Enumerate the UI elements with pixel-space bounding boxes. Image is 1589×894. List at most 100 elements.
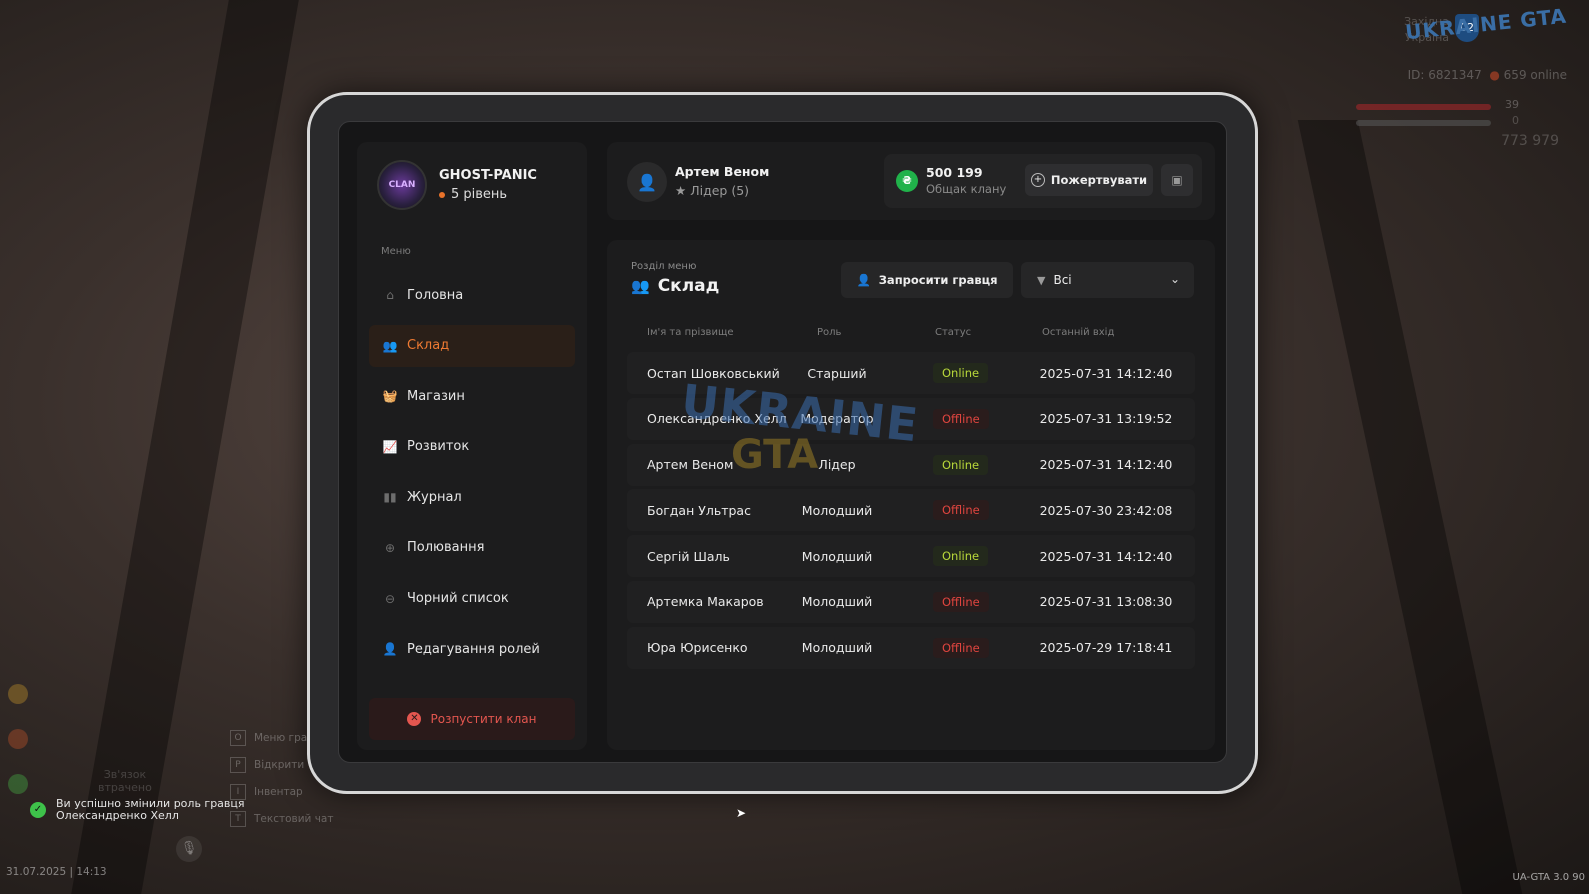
date-time: 31.07.2025 | 14:13 bbox=[6, 866, 107, 878]
armor-value: 0 bbox=[1512, 114, 1519, 127]
sidebar-item-4[interactable]: 📈 Розвиток bbox=[369, 426, 575, 468]
keybind-hint: O Меню гра bbox=[230, 724, 333, 751]
sidebar-item-label: Склад bbox=[407, 338, 450, 354]
sidebar-menu: ⌂ Головна 👥 Склад 🧺 Магазин 📈 Розвиток ▮▮ Журнал ⊕… bbox=[369, 274, 575, 679]
balance-value: 500 199 bbox=[926, 165, 983, 180]
health-bar bbox=[1356, 104, 1491, 110]
section-title: 👥 Склад bbox=[631, 276, 720, 296]
member-last-login: 2025-07-31 13:08:30 bbox=[1039, 594, 1173, 610]
key-label: Меню гра bbox=[254, 731, 308, 744]
member-role: Молодший bbox=[801, 548, 873, 564]
member-status: Online bbox=[933, 444, 989, 486]
table-row[interactable]: Олександренко Хелл Модератор Offline 2025-0… bbox=[627, 397, 1195, 440]
clan-level: 5 рівень bbox=[439, 187, 537, 202]
home-icon: ⌂ bbox=[386, 288, 394, 302]
background-beam-right bbox=[1297, 120, 1523, 894]
sidebar-item-label: Редагування ролей bbox=[407, 641, 540, 657]
user-avatar-icon: 👤 bbox=[627, 162, 667, 202]
status-badge-icon bbox=[8, 774, 28, 794]
header-status: Статус bbox=[935, 327, 972, 338]
member-name: Артем Веном bbox=[647, 457, 734, 473]
archive-icon: ▣ bbox=[1171, 173, 1183, 187]
members-table: Остап Шовковський Старший Online 2025-07-31… bbox=[627, 352, 1195, 673]
member-name: Олександренко Хелл bbox=[647, 411, 787, 427]
table-row[interactable]: Юра Юрисенко Молодший Offline 2025-07-29 17… bbox=[627, 626, 1195, 669]
key-label: Інвентар bbox=[254, 785, 303, 798]
history-button[interactable]: ▣ bbox=[1161, 164, 1193, 196]
clan-avatar: CLAN bbox=[377, 160, 427, 210]
sidebar-item-label: Журнал bbox=[407, 489, 462, 505]
member-role: Молодший bbox=[801, 502, 873, 518]
hud-side-icons bbox=[8, 684, 28, 819]
invite-player-button[interactable]: 👤 Запросити гравця bbox=[841, 262, 1013, 298]
members-panel: Розділ меню 👥 Склад 👤 Запросити гравця ▼… bbox=[607, 240, 1215, 750]
member-status: Offline bbox=[933, 489, 989, 531]
member-name: Сергій Шаль bbox=[647, 548, 730, 564]
sidebar-item-label: Головна bbox=[407, 287, 464, 303]
keybind-hint: T Текстовий чат bbox=[230, 805, 333, 832]
sidebar-item-label: Розвиток bbox=[407, 439, 470, 455]
people-icon: 👥 bbox=[382, 338, 398, 353]
header-role: Роль bbox=[817, 327, 842, 338]
member-name: Юра Юрисенко bbox=[647, 640, 748, 656]
level-dot-icon bbox=[439, 191, 445, 198]
key-cap: P bbox=[230, 756, 246, 773]
key-label: Текстовий чат bbox=[254, 812, 334, 825]
sidebar-item-7[interactable]: ⊖ Чорний список bbox=[369, 578, 575, 620]
block-icon: ⊖ bbox=[384, 591, 396, 606]
clan-header: CLAN GHOST-PANIC 5 рівень bbox=[377, 160, 537, 210]
voice-status: Зв'язок втрачено bbox=[98, 768, 152, 794]
status-badge: Offline bbox=[933, 408, 989, 429]
game-logo: UKRAINE GTA bbox=[1404, 3, 1568, 45]
check-circle-icon: ✓ bbox=[30, 802, 46, 818]
table-row[interactable]: Артемка Макаров Молодший Offline 2025-07-31… bbox=[627, 580, 1195, 623]
tablet-screen: CLAN GHOST-PANIC 5 рівень Меню ⌂ Головна 👥… bbox=[338, 121, 1227, 763]
member-status: Offline bbox=[933, 627, 989, 669]
member-last-login: 2025-07-31 14:12:40 bbox=[1039, 457, 1173, 473]
sidebar-item-6[interactable]: ⊕ Полювання bbox=[369, 527, 575, 569]
table-row[interactable]: Сергій Шаль Молодший Online 2025-07-31 14:1… bbox=[627, 535, 1195, 578]
people-icon: 👥 bbox=[631, 277, 650, 295]
user-role: ★ Лідер (5) bbox=[675, 183, 750, 198]
sidebar-item-2[interactable]: 👥 Склад bbox=[369, 324, 575, 367]
hryvnia-coin-icon: ₴ bbox=[896, 170, 918, 192]
sidebar-item-1[interactable]: ⌂ Головна bbox=[369, 274, 575, 316]
member-last-login: 2025-07-31 13:19:52 bbox=[1039, 411, 1173, 427]
microphone-icon[interactable]: 🎙 bbox=[176, 836, 202, 862]
user-edit-icon: 👤 bbox=[382, 642, 398, 657]
header-last-login: Останній вхід bbox=[1042, 327, 1115, 338]
tablet-frame: CLAN GHOST-PANIC 5 рівень Меню ⌂ Головна 👥… bbox=[307, 92, 1258, 794]
filter-dropdown[interactable]: ▼ Всі ⌄ bbox=[1021, 262, 1194, 298]
sidebar-item-5[interactable]: ▮▮ Журнал bbox=[369, 476, 575, 518]
star-badge-icon bbox=[8, 684, 28, 704]
key-cap: O bbox=[230, 729, 246, 746]
table-row[interactable]: Артем Веном Лідер Online 2025-07-31 14:12:4… bbox=[627, 443, 1195, 486]
crosshair-icon: ⊕ bbox=[384, 540, 396, 555]
member-role: Старший bbox=[807, 365, 867, 381]
member-last-login: 2025-07-30 23:42:08 bbox=[1039, 502, 1173, 518]
donate-button[interactable]: + Пожертвувати bbox=[1025, 164, 1153, 196]
basket-icon: 🧺 bbox=[382, 389, 398, 404]
star-icon: ★ bbox=[675, 183, 687, 198]
sidebar-item-8[interactable]: 👤 Редагування ролей bbox=[369, 628, 575, 670]
tools-badge-icon bbox=[8, 729, 28, 749]
member-status: Offline bbox=[933, 398, 989, 440]
member-role: Молодший bbox=[801, 640, 873, 656]
table-row[interactable]: Богдан Ультрас Молодший Offline 2025-07-30 … bbox=[627, 489, 1195, 532]
keybind-hint: I Інвентар bbox=[230, 778, 333, 805]
member-role: Молодший bbox=[801, 594, 873, 610]
member-last-login: 2025-07-31 14:12:40 bbox=[1039, 365, 1173, 381]
member-status: Offline bbox=[933, 581, 989, 623]
add-user-icon: 👤 bbox=[856, 273, 871, 287]
sidebar-item-3[interactable]: 🧺 Магазин bbox=[369, 375, 575, 417]
armor-bar bbox=[1356, 120, 1491, 126]
balance-caption: Общак клану bbox=[926, 182, 1007, 196]
filter-icon: ▼ bbox=[1037, 273, 1046, 287]
keybind-hints: O Меню гра P Відкрити I Інвентар T Текстовий ча… bbox=[230, 724, 333, 832]
disband-clan-button[interactable]: ✕ Розпустити клан bbox=[369, 698, 575, 740]
sidebar-item-label: Магазин bbox=[407, 388, 465, 404]
status-badge: Online bbox=[933, 546, 989, 567]
table-row[interactable]: Остап Шовковський Старший Online 2025-07-31… bbox=[627, 352, 1195, 394]
clan-balance: ₴ 500 199 Общак клану + Пожертвувати ▣ bbox=[884, 154, 1202, 208]
close-circle-icon: ✕ bbox=[407, 712, 422, 726]
